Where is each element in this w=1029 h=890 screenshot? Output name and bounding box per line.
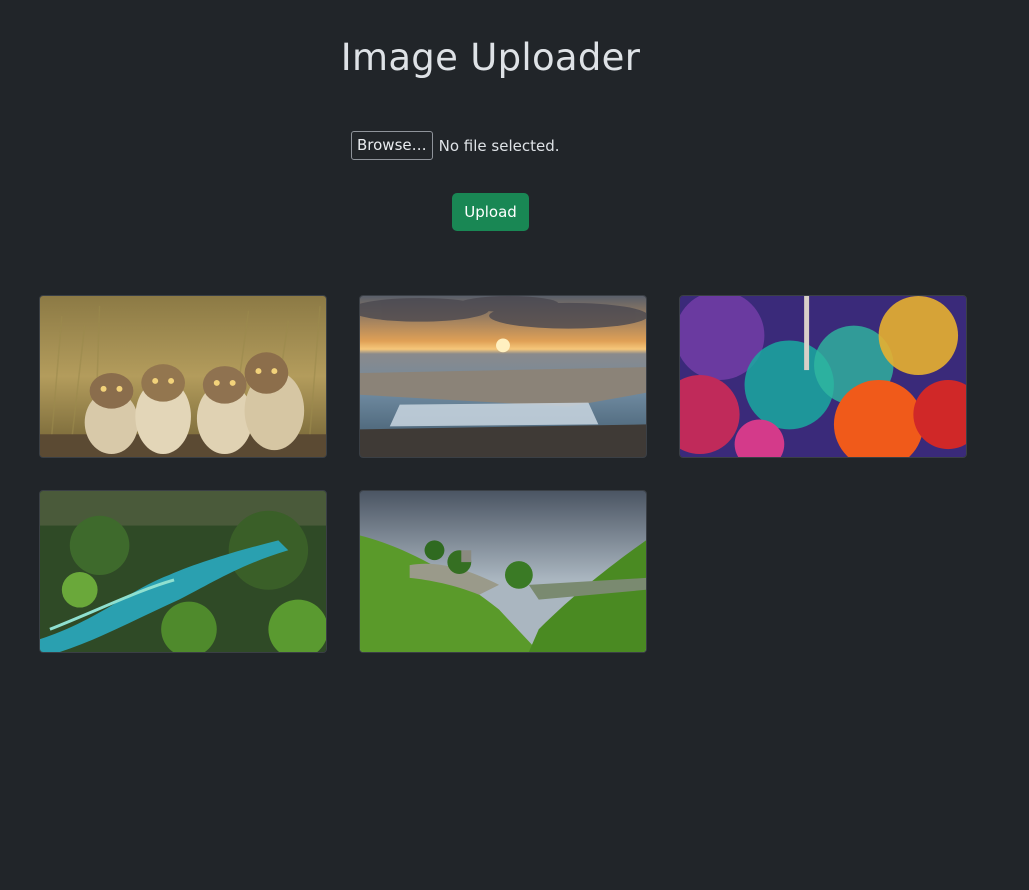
browse-button[interactable]: Browse… [351,131,433,160]
gallery-image-festival[interactable] [679,295,967,458]
festival-image [680,296,966,457]
seascape-image [360,296,646,457]
gallery-image-river[interactable] [39,490,327,653]
gallery-image-seascape[interactable] [359,295,647,458]
upload-button[interactable]: Upload [452,193,529,231]
owls-image [40,296,326,457]
file-input[interactable]: Browse… No file selected. [351,131,560,160]
gallery-image-owls[interactable] [39,295,327,458]
page: Image Uploader Browse… No file selected.… [0,0,1029,890]
gallery-image-valley[interactable] [359,490,647,653]
river-image [40,491,326,652]
page-title: Image Uploader [340,36,641,79]
valley-image [360,491,646,652]
file-status-text: No file selected. [438,136,560,155]
